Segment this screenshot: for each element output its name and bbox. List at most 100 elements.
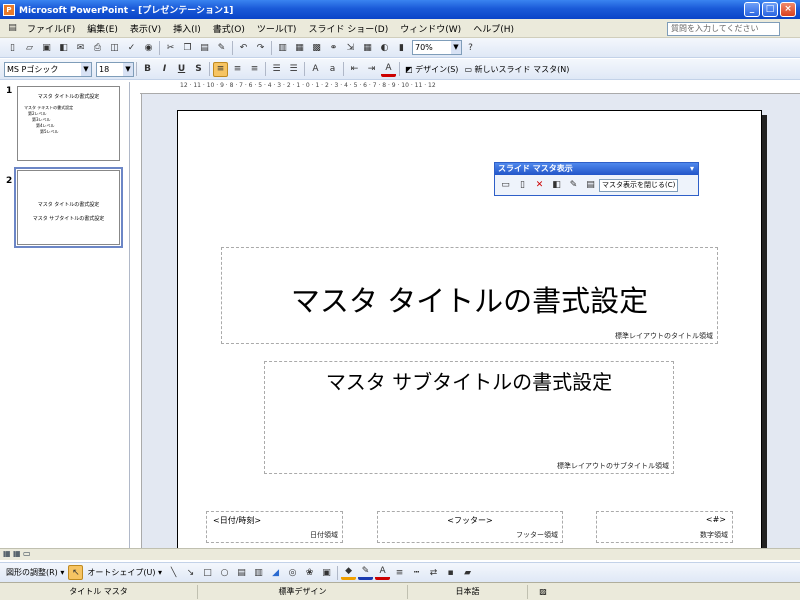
diagram-icon[interactable]: ◎ (285, 565, 300, 580)
preserve-master-icon[interactable]: ◧ (549, 178, 564, 193)
rename-master-icon[interactable]: ✎ (566, 178, 581, 193)
numbering-icon[interactable]: ☰ (269, 62, 284, 77)
menu-view[interactable]: 表示(V) (124, 22, 167, 35)
decrease-font-icon[interactable]: a (325, 62, 340, 77)
thumbnail-slide-master[interactable]: マスタ タイトルの書式設定 マスタ テキストの書式設定 第2レベル 第3レベル … (17, 86, 120, 161)
align-center-icon[interactable]: ≡ (230, 62, 245, 77)
font-select[interactable]: MS Pゴシック ▼ (4, 61, 92, 77)
permission-icon[interactable]: ◧ (56, 40, 71, 55)
delete-master-icon[interactable]: ✕ (532, 178, 547, 193)
menu-slideshow[interactable]: スライド ショー(D) (302, 22, 394, 35)
slide-master-toolbar[interactable]: スライド マスタ表示 ▾ ▭ ▯ ✕ ◧ ✎ ▤ マスタ表示を閉じる(C) (494, 162, 699, 196)
title-placeholder[interactable]: マスタ タイトルの書式設定 標準レイアウトのタイトル領域 (221, 247, 718, 344)
decrease-indent-icon[interactable]: ⇤ (347, 62, 362, 77)
vertical-textbox-icon[interactable]: ▥ (251, 565, 266, 580)
help-search-input[interactable]: 質問を入力してください (667, 22, 780, 36)
print-preview-icon[interactable]: ◫ (107, 40, 122, 55)
menu-format[interactable]: 書式(O) (207, 22, 251, 35)
align-left-icon[interactable]: ≡ (213, 61, 228, 77)
slide-sorter-icon[interactable]: ▦ (13, 549, 21, 558)
undo-icon[interactable]: ↶ (236, 40, 251, 55)
menu-tools[interactable]: ツール(T) (251, 22, 303, 35)
master-layout-icon[interactable]: ▤ (583, 178, 598, 193)
slideshow-icon[interactable]: ▭ (23, 549, 31, 558)
shadow-button[interactable]: S (191, 62, 206, 77)
oval-icon[interactable]: ○ (217, 565, 232, 580)
draw-menu-button[interactable]: 図形の調整(R) ▾ (3, 565, 67, 580)
line-color-icon[interactable]: ✎ (358, 565, 374, 580)
footer-placeholder[interactable]: <フッター> フッター領域 (377, 511, 563, 543)
dash-style-icon[interactable]: ┅ (409, 565, 424, 580)
new-icon[interactable]: ▯ (5, 40, 20, 55)
chevron-down-icon[interactable]: ▾ (690, 163, 694, 175)
separator (265, 62, 266, 76)
arrow-style-icon[interactable]: ⇄ (426, 565, 441, 580)
design-button[interactable]: ◩ デザイン(S) (402, 62, 461, 77)
spelling-icon[interactable]: ✓ (124, 40, 139, 55)
format-painter-icon[interactable]: ✎ (214, 40, 229, 55)
grid-icon[interactable]: ▦ (360, 40, 375, 55)
email-icon[interactable]: ✉ (73, 40, 88, 55)
expand-icon[interactable]: ⇲ (343, 40, 358, 55)
align-right-icon[interactable]: ≡ (247, 62, 262, 77)
paste-icon[interactable]: ▤ (197, 40, 212, 55)
font-color-icon[interactable]: A (375, 565, 391, 580)
arrow-icon[interactable]: ↘ (183, 565, 198, 580)
zoom-select[interactable]: 70% ▼ (412, 40, 462, 55)
spellcheck-icon[interactable]: ▨ (528, 585, 558, 599)
copy-icon[interactable]: ❐ (180, 40, 195, 55)
font-size-select[interactable]: 18 ▼ (96, 61, 134, 77)
font-color-icon[interactable]: A (381, 62, 396, 77)
menu-file[interactable]: ファイル(F) (21, 22, 81, 35)
thumbnail-title-master[interactable]: マスタ タイトルの書式設定 マスタ サブタイトルの書式設定 (14, 167, 123, 248)
bullets-icon[interactable]: ☰ (286, 62, 301, 77)
number-placeholder[interactable]: <#> 数字領域 (596, 511, 733, 543)
menu-edit[interactable]: 編集(E) (81, 22, 124, 35)
normal-view-icon[interactable]: ▦ (3, 549, 11, 558)
new-master-button[interactable]: ▭ 新しいスライド マスタ(N) (461, 62, 572, 77)
increase-font-icon[interactable]: A (308, 62, 323, 77)
picture-icon[interactable]: ▣ (319, 565, 334, 580)
rectangle-icon[interactable]: □ (200, 565, 215, 580)
subtitle-placeholder[interactable]: マスタ サブタイトルの書式設定 標準レイアウトのサブタイトル領域 (264, 361, 674, 474)
menu-insert[interactable]: 挿入(I) (167, 22, 207, 35)
help-icon[interactable]: ? (463, 40, 478, 55)
insert-master-icon[interactable]: ▭ (498, 178, 513, 193)
grayscale-icon[interactable]: ◐ (377, 40, 392, 55)
hyperlink-icon[interactable]: ⚭ (326, 40, 341, 55)
cut-icon[interactable]: ✂ (163, 40, 178, 55)
fill-color-icon[interactable]: ◆ (341, 565, 357, 580)
slide-master-toolbar-header[interactable]: スライド マスタ表示 ▾ (495, 163, 698, 175)
autoshapes-button[interactable]: オートシェイプ(U) ▾ (84, 565, 165, 580)
menu-window[interactable]: ウィンドウ(W) (394, 22, 467, 35)
research-icon[interactable]: ◉ (141, 40, 156, 55)
close-button[interactable]: × (780, 2, 796, 17)
line-icon[interactable]: ╲ (166, 565, 181, 580)
table-icon[interactable]: ▦ (292, 40, 307, 55)
date-placeholder[interactable]: <日付/時刻> 日付領域 (206, 511, 343, 543)
color-icon[interactable]: ▮ (394, 40, 409, 55)
print-icon[interactable]: ⎙ (90, 40, 105, 55)
wordart-icon[interactable]: ◢ (268, 565, 283, 580)
italic-button[interactable]: I (157, 62, 172, 77)
bold-button[interactable]: B (140, 62, 155, 77)
select-objects-icon[interactable]: ↖ (68, 565, 84, 580)
open-icon[interactable]: ▱ (22, 40, 37, 55)
chart-icon[interactable]: ▥ (275, 40, 290, 55)
maximize-button[interactable]: □ (762, 2, 778, 17)
minimize-button[interactable]: _ (744, 2, 760, 17)
line-style-icon[interactable]: ≡ (392, 565, 407, 580)
3d-style-icon[interactable]: ▰ (460, 565, 475, 580)
document-icon[interactable]: ▤ (5, 21, 20, 36)
tables-borders-icon[interactable]: ▩ (309, 40, 324, 55)
shadow-style-icon[interactable]: ▪ (443, 565, 458, 580)
underline-button[interactable]: U (174, 62, 189, 77)
redo-icon[interactable]: ↷ (253, 40, 268, 55)
increase-indent-icon[interactable]: ⇥ (364, 62, 379, 77)
save-icon[interactable]: ▣ (39, 40, 54, 55)
close-master-view-button[interactable]: マスタ表示を閉じる(C) (599, 178, 679, 192)
textbox-icon[interactable]: ▤ (234, 565, 249, 580)
menu-help[interactable]: ヘルプ(H) (467, 22, 520, 35)
clipart-icon[interactable]: ❀ (302, 565, 317, 580)
insert-title-master-icon[interactable]: ▯ (515, 178, 530, 193)
